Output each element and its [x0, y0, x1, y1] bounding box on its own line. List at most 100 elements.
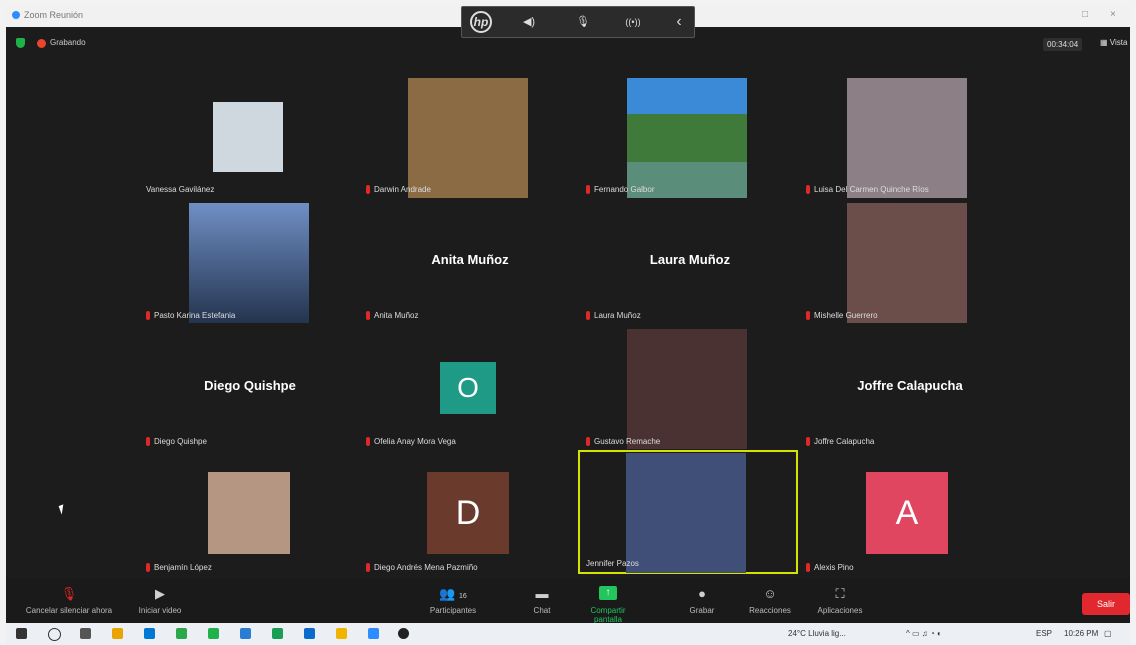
- taskbar-app-icon[interactable]: [398, 628, 409, 639]
- start-video-button[interactable]: ▶ Iniciar video: [130, 586, 190, 615]
- chat-button[interactable]: ▬ Chat: [524, 586, 560, 615]
- participant-video: [213, 102, 283, 172]
- participant-name: Darwin Andrade: [366, 185, 431, 194]
- participant-tile[interactable]: A Alexis Pino: [800, 452, 1020, 576]
- participant-tile[interactable]: Darwin Andrade: [360, 74, 580, 198]
- windows-start-icon[interactable]: [16, 628, 27, 639]
- taskbar-app-icon[interactable]: [240, 628, 251, 639]
- recording-dot-icon: [37, 38, 46, 48]
- participant-tile[interactable]: Fernando Galbor: [580, 74, 800, 198]
- language-indicator[interactable]: ESP: [1036, 629, 1052, 638]
- tray-icons[interactable]: ^ ▭ ♫ ◔ ◐: [906, 629, 942, 638]
- mic-muted-icon: [586, 311, 590, 320]
- mic-muted-icon: [146, 437, 150, 446]
- view-button[interactable]: ▦ Vista: [1100, 38, 1127, 47]
- task-view-icon[interactable]: [80, 628, 91, 639]
- share-screen-button[interactable]: ↑ Compartir pantalla: [578, 586, 638, 624]
- hp-logo-icon[interactable]: hp: [470, 11, 492, 33]
- participant-video: [627, 78, 747, 198]
- taskbar-app-icon[interactable]: [336, 628, 347, 639]
- participant-avatar: D: [427, 472, 509, 554]
- participant-tile[interactable]: Diego Quishpe Diego Quishpe: [140, 326, 360, 450]
- participant-display-name: Laura Muñoz: [649, 252, 731, 267]
- participant-video: [208, 472, 290, 554]
- meeting-controls-toolbar: 🎙 Cancelar silenciar ahora ▶ Iniciar video…: [6, 578, 1130, 624]
- active-speaker-tile[interactable]: Jennifer Pazos: [578, 450, 798, 574]
- mic-off-icon: 🎙: [60, 586, 78, 601]
- participant-display-name: Diego Quishpe: [204, 378, 296, 393]
- participant-tile[interactable]: Benjamín López: [140, 452, 360, 576]
- reactions-button[interactable]: ☺ Reacciones: [740, 586, 800, 615]
- taskbar-app-icon[interactable]: [144, 628, 155, 639]
- participant-name: Jennifer Pazos: [586, 559, 639, 568]
- notifications-icon[interactable]: ▢: [1104, 629, 1112, 638]
- participant-name: Laura Muñoz: [586, 311, 641, 320]
- mic-muted-icon: [806, 185, 810, 194]
- close-window-button[interactable]: ×: [1110, 9, 1116, 20]
- mic-muted-icon: [146, 311, 150, 320]
- participant-tile[interactable]: O Ofelia Anay Mora Vega: [360, 326, 580, 450]
- participant-tile[interactable]: Gustavo Remache: [580, 326, 800, 450]
- participant-avatar: A: [866, 472, 948, 554]
- participant-video: [408, 78, 528, 198]
- taskbar-app-icon[interactable]: [272, 628, 283, 639]
- mic-muted-icon: [366, 437, 370, 446]
- security-shield-icon[interactable]: [16, 38, 25, 48]
- participant-tile[interactable]: D Diego Andrés Mena Pazmiño: [360, 452, 580, 576]
- apps-button[interactable]: ⛶ Aplicaciones: [808, 586, 872, 615]
- participant-tile[interactable]: Joffre Calapucha Joffre Calapucha: [800, 326, 1020, 450]
- mic-muted-icon: [366, 311, 370, 320]
- mic-muted-icon: [366, 185, 370, 194]
- reactions-icon: ☺: [763, 586, 777, 601]
- windows-taskbar: 24°C Lluvia lig... ^ ▭ ♫ ◔ ◐ ESP 10:26 P…: [6, 623, 1130, 645]
- taskbar-app-icon[interactable]: [112, 628, 123, 639]
- mic-muted-icon: [586, 437, 590, 446]
- participant-tile[interactable]: Laura Muñoz Laura Muñoz: [580, 200, 800, 324]
- broadcast-icon[interactable]: ((•)): [622, 11, 644, 33]
- clock[interactable]: 10:26 PM: [1064, 629, 1098, 638]
- speaker-icon[interactable]: ◀): [518, 11, 540, 33]
- chat-icon: ▬: [535, 586, 549, 601]
- participant-video: [626, 453, 746, 573]
- participant-tile[interactable]: Pasto Karina Estefania: [140, 200, 360, 324]
- taskbar-app-icon[interactable]: [208, 628, 219, 639]
- record-icon: ●: [698, 586, 706, 601]
- participant-name: Vanessa Gavilánez: [146, 185, 215, 194]
- zoom-taskbar-icon[interactable]: [368, 628, 379, 639]
- participant-name: Gustavo Remache: [586, 437, 660, 446]
- participant-display-name: Joffre Calapucha: [857, 378, 963, 393]
- unmute-button[interactable]: 🎙 Cancelar silenciar ahora: [14, 586, 124, 615]
- collapse-chevron-icon[interactable]: ‹: [668, 11, 690, 33]
- participant-video: [847, 203, 967, 323]
- view-label: Vista: [1109, 38, 1128, 47]
- participant-name: Anita Muñoz: [366, 311, 418, 320]
- participant-name: Luisa Del Carmen Quinche Ríos: [806, 185, 929, 194]
- participant-tile[interactable]: Vanessa Gavilánez: [140, 74, 360, 198]
- hp-audio-toolbar: hp ◀) 🎙 ((•)) ‹: [461, 6, 695, 38]
- participant-name: Fernando Galbor: [586, 185, 654, 194]
- search-icon[interactable]: [48, 628, 61, 641]
- participants-button[interactable]: 👥 16 Participantes: [418, 586, 488, 615]
- taskbar-app-icon[interactable]: [304, 628, 315, 639]
- participant-tile[interactable]: Luisa Del Carmen Quinche Ríos: [800, 74, 1020, 198]
- weather-widget[interactable]: 24°C Lluvia lig...: [788, 629, 846, 638]
- participant-name: Pasto Karina Estefania: [146, 311, 235, 320]
- restore-window-button[interactable]: □: [1082, 9, 1088, 20]
- video-off-icon: ▶: [155, 586, 165, 601]
- taskbar-app-icon[interactable]: [176, 628, 187, 639]
- participants-icon: 👥 16: [439, 586, 467, 601]
- record-button[interactable]: ● Grabar: [682, 586, 722, 615]
- mic-muted-icon: [806, 311, 810, 320]
- leave-meeting-button[interactable]: Salir: [1082, 593, 1130, 615]
- mic-muted-icon: [806, 437, 810, 446]
- share-screen-icon: ↑: [599, 586, 617, 600]
- participant-video: [847, 78, 967, 198]
- participant-tile[interactable]: Anita Muñoz Anita Muñoz: [360, 200, 580, 324]
- window-title: Zoom Reunión: [24, 10, 84, 20]
- microphone-icon[interactable]: 🎙: [572, 11, 594, 33]
- recording-indicator: Grabando: [16, 38, 86, 48]
- participant-video: [627, 329, 747, 449]
- participant-tile[interactable]: Mishelle Guerrero: [800, 200, 1020, 324]
- participant-name: Ofelia Anay Mora Vega: [366, 437, 456, 446]
- apps-icon: ⛶: [835, 586, 845, 601]
